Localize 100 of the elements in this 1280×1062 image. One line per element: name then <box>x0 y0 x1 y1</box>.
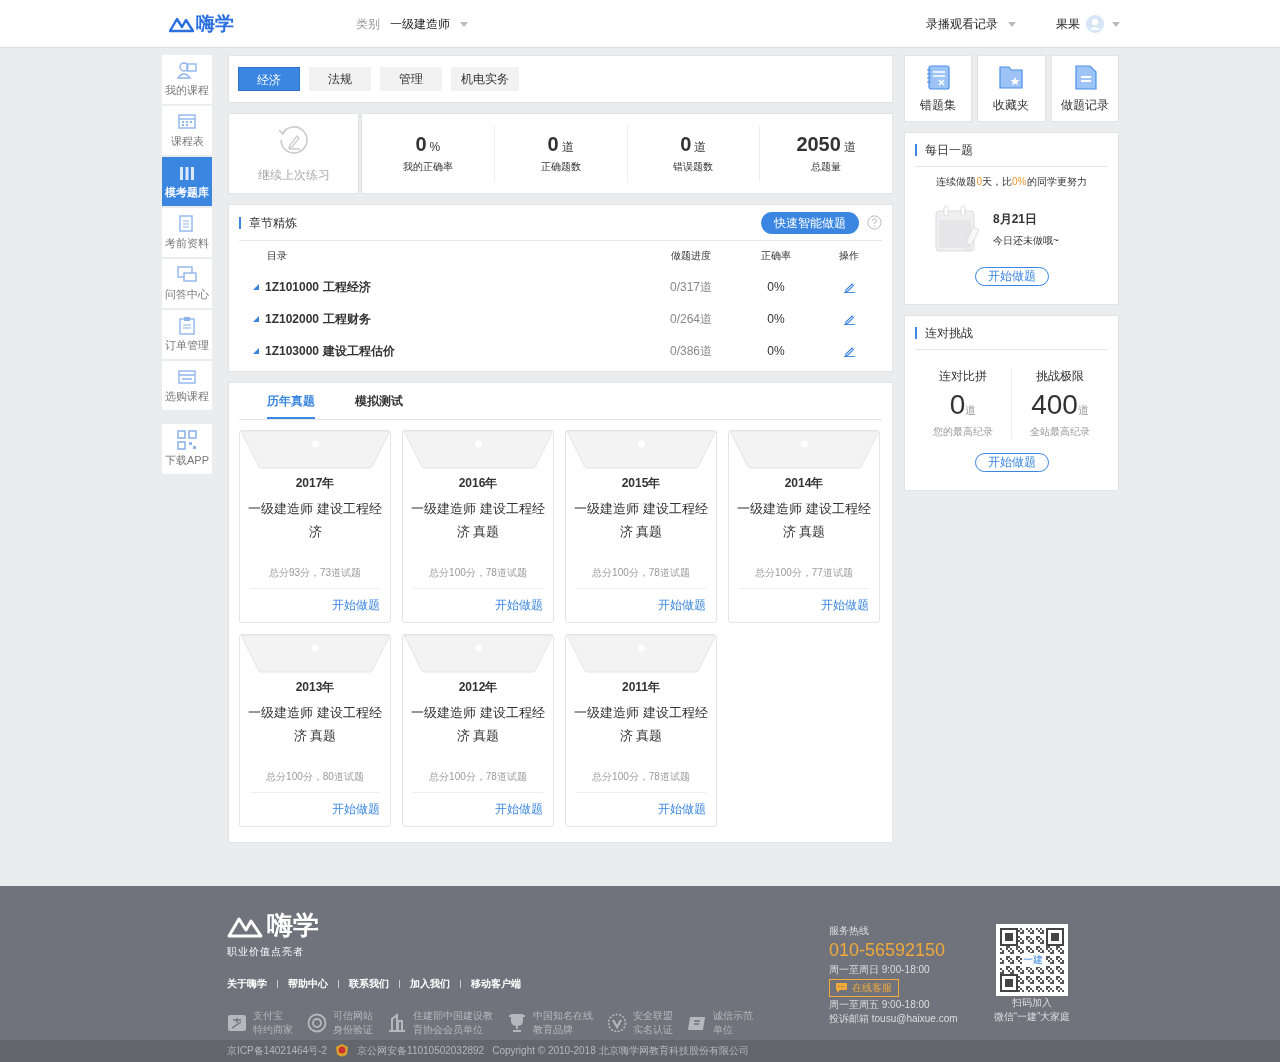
paper-year: 2014年 <box>784 475 824 492</box>
logo-icon <box>168 15 194 33</box>
qr-code <box>996 924 1068 996</box>
history-dropdown[interactable]: 录播观看记录 <box>926 15 1016 33</box>
paper-tab[interactable]: 模拟测试 <box>355 383 403 419</box>
panel-title: 每日一题 <box>915 133 1108 167</box>
online-service-button[interactable]: 在线客服 <box>829 979 899 997</box>
sidebar-item[interactable]: 课程表 <box>162 106 212 155</box>
stat-value: 0 <box>547 133 559 155</box>
sidebar-item[interactable]: 模考题库 <box>162 157 212 206</box>
column-header: 做题进度 <box>670 249 712 263</box>
logo-text[interactable]: 嗨学 <box>196 11 234 37</box>
record-value: 400 <box>1031 389 1078 420</box>
triangle-icon <box>253 316 259 322</box>
paper-title: 一级建造师 建设工程经济 真题 <box>736 500 872 541</box>
start-practice-link[interactable]: 开始做题 <box>495 598 543 612</box>
service-hours: 周一至周五 9:00-18:00 <box>829 998 931 1012</box>
paper-meta: 总分100分，77道试题 <box>755 566 853 580</box>
column-header: 目录 <box>266 249 288 263</box>
police-record-text[interactable]: 京公网安备11010502032892 <box>357 1044 485 1058</box>
paper-title: 一级建造师 建设工程经济 真题 <box>410 500 546 541</box>
stat-unit: 道 <box>843 140 856 154</box>
footer-link[interactable]: 加入我们 <box>410 977 450 991</box>
paper-tab[interactable]: 历年真题 <box>267 383 315 419</box>
help-icon <box>867 215 882 230</box>
building-icon <box>387 1013 407 1033</box>
record-caption: 您的最高纪录 <box>932 425 994 439</box>
download-app-item[interactable]: 下载APP <box>162 424 212 474</box>
paper-title: 一级建造师 建设工程经济 真题 <box>573 704 709 745</box>
footer-link[interactable]: 移动客户端 <box>471 977 521 991</box>
start-practice-link[interactable]: 开始做题 <box>332 802 380 816</box>
footer-link[interactable]: 关于嗨学 <box>227 977 267 991</box>
stat-unit: % <box>429 140 441 154</box>
trophy-icon <box>507 1013 527 1033</box>
sidebar-item[interactable]: 问答中心 <box>162 259 212 308</box>
start-practice-link[interactable]: 开始做题 <box>658 802 706 816</box>
stat-unit: 道 <box>694 140 707 154</box>
paper-meta: 总分100分，78道试题 <box>429 566 527 580</box>
avatar-icon <box>1086 15 1104 33</box>
sidebar-item[interactable]: 考前资料 <box>162 208 212 257</box>
paper-title: 一级建造师 建设工程经济 真题 <box>573 500 709 541</box>
stat-label: 我的正确率 <box>401 160 454 174</box>
paper-year: 2011年 <box>621 679 660 696</box>
start-practice-link[interactable]: 开始做题 <box>658 598 706 612</box>
footer-link[interactable]: 帮助中心 <box>288 977 328 991</box>
smart-practice-button[interactable]: 快速智能做题 <box>761 211 859 234</box>
record-value: 0 <box>949 389 966 420</box>
stat-label: 错误题数 <box>672 160 715 174</box>
start-practice-link[interactable]: 开始做题 <box>821 598 869 612</box>
stat-value: 0 <box>415 133 427 155</box>
paper-year: 2017年 <box>295 475 335 492</box>
challenge-label: 连对比拼 <box>938 368 988 385</box>
footer-link[interactable]: 联系我们 <box>349 977 389 991</box>
pencil-icon[interactable] <box>843 345 855 357</box>
pencil-icon[interactable] <box>843 313 855 325</box>
sidebar-item[interactable]: 选购课程 <box>162 361 212 410</box>
record-unit: 道 <box>1077 404 1089 416</box>
stat-value: 0 <box>680 133 692 155</box>
paper-title: 一级建造师 建设工程经济 真题 <box>247 704 383 745</box>
sidebar-item[interactable]: 我的课程 <box>162 55 212 104</box>
shield-check-icon <box>607 1013 627 1033</box>
paper-meta: 总分100分，78道试题 <box>592 770 690 784</box>
start-practice-link[interactable]: 开始做题 <box>495 802 543 816</box>
footer-logo-text: 嗨学 <box>267 909 319 942</box>
panel-title: 连对挑战 <box>915 316 1108 350</box>
stat-value: 2050 <box>796 133 841 155</box>
subject-tab[interactable]: 法规 <box>309 67 371 91</box>
tool-button[interactable]: 做题记录 <box>1050 55 1119 122</box>
continue-practice-card[interactable]: 继续上次练习 <box>228 113 359 194</box>
tool-button[interactable]: 错题集 <box>904 55 973 122</box>
paper-year: 2013年 <box>295 679 335 696</box>
swirl-icon <box>307 1013 327 1033</box>
paper-year: 2016年 <box>458 475 498 492</box>
subject-tab[interactable]: 经济 <box>238 67 300 91</box>
subject-tab[interactable]: 管理 <box>380 67 442 91</box>
qr-center-label: 一建 <box>1022 953 1044 967</box>
chat-icon <box>836 983 847 993</box>
badge-text: 可信网站 身份验证 <box>333 1009 373 1037</box>
chapter-name[interactable]: 建设工程估价 <box>323 342 396 360</box>
category-dropdown[interactable]: 一级建造师 <box>390 15 468 33</box>
sidebar-item[interactable]: 订单管理 <box>162 310 212 359</box>
user-menu[interactable]: 果果 <box>1056 15 1120 33</box>
qr-caption: 微信“一建”大家庭 <box>993 1010 1071 1024</box>
progress-cell-text: 0/386道 <box>669 342 713 360</box>
chapter-code[interactable]: 1Z103000 <box>265 344 320 358</box>
chapter-code[interactable]: 1Z102000 <box>265 312 320 326</box>
qr-caption: 扫码加入 <box>1012 996 1052 1010</box>
icp-text[interactable]: 京ICP备14021464号-2 <box>227 1044 328 1058</box>
paper-meta: 总分100分，78道试题 <box>429 770 527 784</box>
chapter-name[interactable]: 工程经济 <box>323 278 372 296</box>
tool-button[interactable]: 收藏夹 <box>977 55 1046 122</box>
pencil-icon[interactable] <box>843 281 855 293</box>
chapter-name[interactable]: 工程财务 <box>323 310 372 328</box>
start-practice-link[interactable]: 开始做题 <box>332 598 380 612</box>
subject-tab[interactable]: 机电实务 <box>451 67 519 91</box>
paper-year: 2012年 <box>458 679 498 696</box>
stat-label: 总题量 <box>810 160 843 174</box>
chapter-code[interactable]: 1Z101000 <box>265 280 320 294</box>
caret-icon <box>1112 21 1120 27</box>
section-title: 章节精炼 <box>239 216 297 229</box>
